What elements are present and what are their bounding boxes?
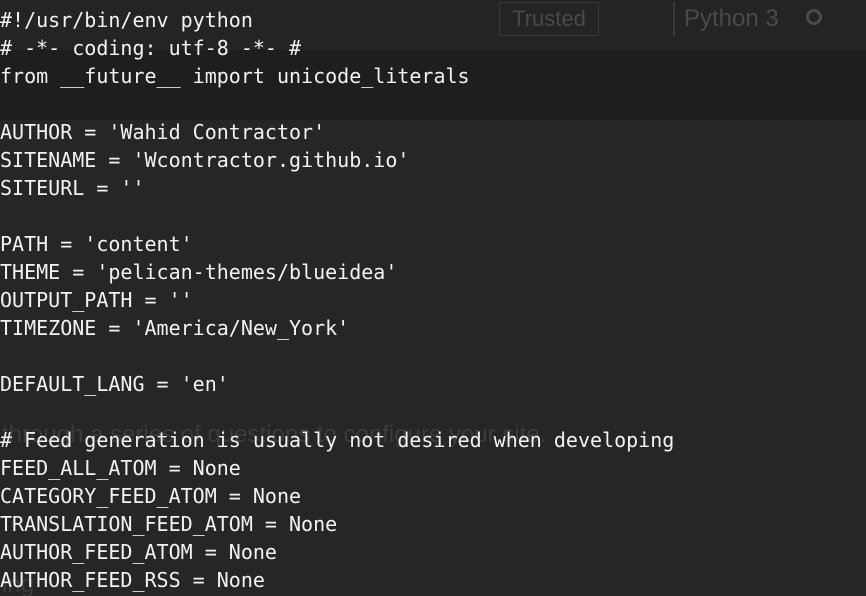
code-line: OUTPUT_PATH = '' xyxy=(0,288,193,312)
code-line: TIMEZONE = 'America/New_York' xyxy=(0,316,350,340)
code-line: SITEURL = '' xyxy=(0,176,145,200)
code-line: PATH = 'content' xyxy=(0,232,193,256)
code-line: SITENAME = 'Wcontractor.github.io' xyxy=(0,148,410,172)
code-line: AUTHOR = 'Wahid Contractor' xyxy=(0,120,326,144)
code-line: FEED_ALL_ATOM = None xyxy=(0,456,241,480)
kernel-name[interactable]: Python 3 xyxy=(684,2,779,36)
code-line: #!/usr/bin/env python xyxy=(0,8,253,32)
code-line: DEFAULT_LANG = 'en' xyxy=(0,372,229,396)
code-line: TRANSLATION_FEED_ATOM = None xyxy=(0,512,338,536)
kernel-status-icon xyxy=(806,9,822,25)
code-line: # Feed generation is usually not desired… xyxy=(0,428,675,452)
code-line: THEME = 'pelican-themes/blueidea' xyxy=(0,260,398,284)
code-line: # -*- coding: utf-8 -*- # xyxy=(0,36,302,60)
code-line: AUTHOR_FEED_RSS = None xyxy=(0,568,265,592)
code-line: from __future__ import unicode_literals xyxy=(0,64,470,88)
screen: Trusted Python 3 through a series of que… xyxy=(0,0,866,596)
code-line: CATEGORY_FEED_ATOM = None xyxy=(0,484,302,508)
code-line: AUTHOR_FEED_ATOM = None xyxy=(0,540,277,564)
code-editor[interactable]: #!/usr/bin/env python # -*- coding: utf-8… xyxy=(0,6,674,594)
